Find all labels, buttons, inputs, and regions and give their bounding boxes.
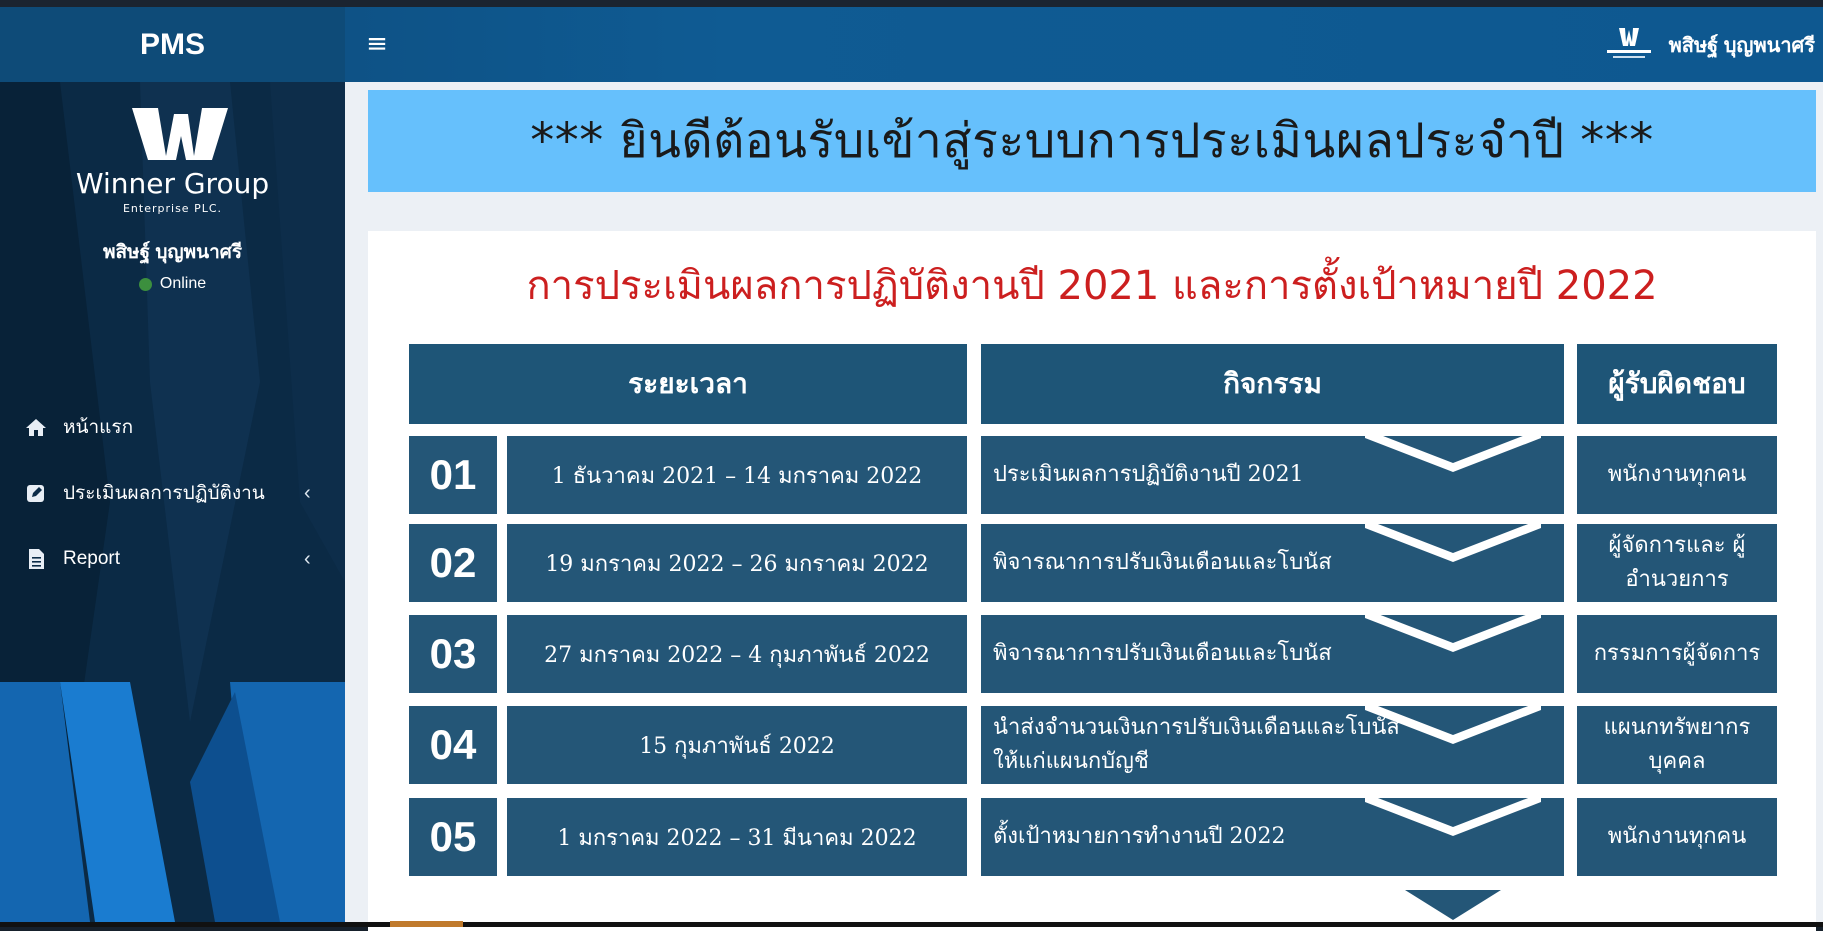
row-period: 1 มกราคม 2022 – 31 มีนาคม 2022 xyxy=(507,798,967,876)
winner-group-logo-small xyxy=(1606,28,1651,58)
column-header-period: ระยะเวลา xyxy=(409,344,967,424)
sidebar: Winner Group Enterprise PLC. พสิษฐ์ บุญพ… xyxy=(0,82,345,922)
row-number: 05 xyxy=(409,798,497,876)
schedule-panel: การประเมินผลการปฏิบัติงานปี 2021 และการต… xyxy=(368,231,1816,931)
sidebar-item-label: Report xyxy=(63,548,121,569)
sidebar-item-label: ประเมินผลการปฏิบัติงาน xyxy=(63,483,265,504)
home-icon xyxy=(26,419,46,436)
row-activity-text: พิจารณาการปรับเงินเดือนและโบนัส xyxy=(993,640,1332,666)
brand-logo[interactable]: PMS xyxy=(0,7,345,82)
status-label: Online xyxy=(159,275,207,292)
row-activity: นำส่งจำนวนเงินการปรับเงินเดือนและโบนัส ใ… xyxy=(981,706,1564,784)
window-top-strip xyxy=(0,0,1823,7)
row-period: 19 มกราคม 2022 – 26 มกราคม 2022 xyxy=(507,524,967,602)
main-content: *** ยินดีต้อนรับเข้าสู่ระบบการประเมินผลป… xyxy=(345,82,1823,931)
panel-title: การประเมินผลการปฏิบัติงานปี 2021 และการต… xyxy=(526,263,1658,309)
top-header: PMS ≡ พสิษฐ์ บุญพนาศรี xyxy=(0,7,1823,82)
edit-icon xyxy=(27,485,44,502)
bars-icon[interactable]: ≡ xyxy=(360,27,394,61)
row-activity-text: ประเมินผลการปฏิบัติงานปี 2021 xyxy=(993,461,1304,487)
row-number: 02 xyxy=(409,524,497,602)
header-user-menu[interactable]: พสิษฐ์ บุญพนาศรี xyxy=(1601,25,1815,65)
column-header-owner: ผู้รับผิดชอบ xyxy=(1577,344,1777,424)
chevron-band xyxy=(1405,890,1501,920)
sidebar-item-evaluation[interactable]: ประเมินผลการปฏิบัติงาน ‹ xyxy=(0,460,345,526)
column-header-activity: กิจกรรม xyxy=(981,344,1564,424)
row-number: 01 xyxy=(409,436,497,514)
chevron-left-icon[interactable]: ‹ xyxy=(304,482,311,505)
row-owner: กรรมการผู้จัดการ xyxy=(1577,615,1777,693)
row-activity: พิจารณาการปรับเงินเดือนและโบนัส xyxy=(981,615,1564,693)
logo-text: Winner Group xyxy=(75,167,270,200)
row-activity: ตั้งเป้าหมายการทำงานปี 2022 xyxy=(981,798,1564,876)
sidebar-item-report[interactable]: Report ‹ xyxy=(0,526,345,592)
logo-subtext: Enterprise PLC. xyxy=(122,202,223,215)
online-status: Online xyxy=(0,275,345,293)
row-owner: ผู้จัดการและ ผู้อำนวยการ xyxy=(1577,524,1777,602)
row-number: 03 xyxy=(409,615,497,693)
row-period: 15 กุมภาพันธ์ 2022 xyxy=(507,706,967,784)
row-period: 1 ธันวาคม 2021 – 14 มกราคม 2022 xyxy=(507,436,967,514)
row-number: 04 xyxy=(409,706,497,784)
row-owner: แผนกทรัพยากร บุคคล xyxy=(1577,706,1777,784)
header-username: พสิษฐ์ บุญพนาศรี xyxy=(1668,35,1815,57)
row-activity-text: นำส่งจำนวนเงินการปรับเงินเดือนและโบนัส ใ… xyxy=(993,714,1400,774)
row-owner: พนักงานทุกคน xyxy=(1577,436,1777,514)
chevron-left-icon[interactable]: ‹ xyxy=(304,548,311,571)
sidebar-item-label: หน้าแรก xyxy=(63,417,134,438)
row-activity-text: ตั้งเป้าหมายการทำงานปี 2022 xyxy=(993,823,1286,849)
file-icon xyxy=(29,549,44,569)
row-owner: พนักงานทุกคน xyxy=(1577,798,1777,876)
bottom-tab-indicator xyxy=(390,921,463,927)
status-dot-icon xyxy=(138,277,152,291)
sidebar-nav: หน้าแรก ประเมินผลการปฏิบัติงาน ‹ Report … xyxy=(0,394,345,592)
bottom-bar xyxy=(0,922,1823,927)
row-period: 27 มกราคม 2022 – 4 กุมภาพันธ์ 2022 xyxy=(507,615,967,693)
sidebar-item-home[interactable]: หน้าแรก xyxy=(0,394,345,460)
row-activity: พิจารณาการปรับเงินเดือนและโบนัส xyxy=(981,524,1564,602)
row-activity: ประเมินผลการปฏิบัติงานปี 2021 xyxy=(981,436,1564,514)
sidebar-username: พสิษฐ์ บุญพนาศรี xyxy=(102,242,243,263)
welcome-banner: *** ยินดีต้อนรับเข้าสู่ระบบการประเมินผลป… xyxy=(368,90,1816,192)
row-activity-text: พิจารณาการปรับเงินเดือนและโบนัส xyxy=(993,549,1332,575)
